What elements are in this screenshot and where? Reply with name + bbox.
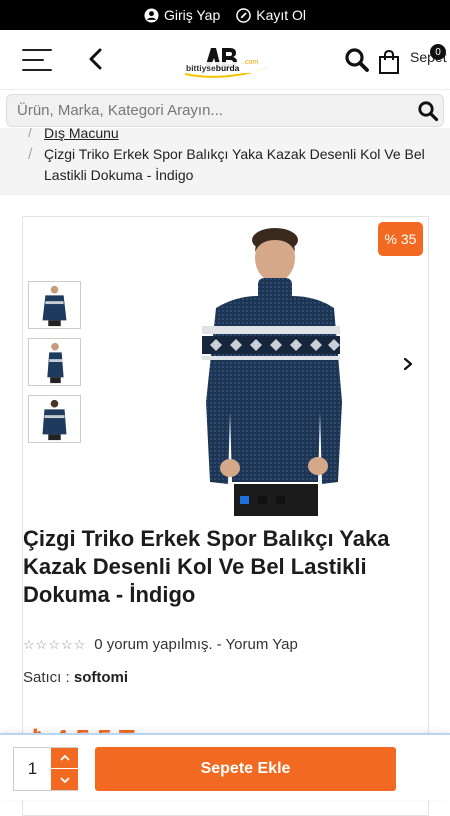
quantity-value[interactable]: 1 — [14, 748, 51, 790]
add-to-cart-button[interactable]: Sepete Ekle — [95, 747, 396, 791]
register-label: Kayıt Ol — [256, 7, 307, 23]
bag-icon[interactable] — [377, 49, 401, 75]
image-pager — [240, 496, 285, 504]
seller-label: Satıcı : — [23, 669, 70, 686]
svg-text:.com: .com — [243, 59, 258, 66]
seller-name[interactable]: softomi — [74, 669, 128, 686]
discount-badge: % 35 — [378, 222, 423, 256]
breadcrumb-item[interactable]: Dış Macunu — [44, 128, 119, 141]
seller-info: Satıcı : softomi — [23, 669, 128, 686]
breadcrumb-separator: / — [28, 128, 33, 141]
login-label: Giriş Yap — [163, 7, 221, 23]
quantity-increase-button[interactable] — [51, 748, 78, 769]
product-thumbnail[interactable] — [28, 395, 81, 443]
search-bar — [6, 94, 444, 127]
pager-dot[interactable] — [258, 496, 267, 504]
pager-dot[interactable] — [276, 496, 285, 504]
back-icon[interactable] — [86, 47, 106, 71]
write-review-link[interactable]: - Yorum Yap — [217, 636, 298, 653]
search-input[interactable] — [17, 95, 412, 126]
breadcrumb-current: Çizgi Triko Erkek Spor Balıkçı Yaka Kaza… — [44, 146, 425, 183]
cart-count-badge: 0 — [430, 44, 446, 60]
site-logo[interactable]: bittiyseburda .com — [183, 42, 269, 78]
next-arrow-icon[interactable] — [401, 356, 415, 372]
chevron-down-icon — [59, 776, 70, 783]
register-link[interactable]: Kayıt Ol — [236, 7, 306, 23]
svg-text:bittiyseburda: bittiyseburda — [186, 63, 240, 73]
review-count: 0 yorum yapılmış. — [94, 636, 213, 653]
quantity-stepper[interactable]: 1 — [13, 747, 78, 791]
add-to-cart-bar: 1 Sepete Ekle — [0, 733, 450, 800]
breadcrumb: / Dış Macunu / Çizgi Triko Erkek Spor Ba… — [0, 128, 450, 195]
quantity-decrease-button[interactable] — [51, 769, 78, 790]
top-auth-bar: Giriş Yap Kayıt Ol — [0, 0, 450, 30]
product-thumbnail[interactable] — [28, 338, 81, 386]
product-title: Çizgi Triko Erkek Spor Balıkçı Yaka Kaza… — [23, 526, 390, 607]
register-icon — [236, 7, 252, 23]
rating-row: ☆☆☆☆☆ 0 yorum yapılmış. - Yorum Yap — [23, 636, 298, 653]
site-header: bittiyseburda .com Sepet 0 — [0, 30, 450, 90]
breadcrumb-separator: / — [28, 146, 33, 163]
login-link[interactable]: Giriş Yap — [144, 7, 220, 23]
search-icon[interactable] — [344, 47, 370, 73]
search-icon[interactable] — [417, 100, 439, 122]
hamburger-icon[interactable] — [22, 49, 52, 71]
chevron-up-icon — [59, 754, 70, 761]
product-thumbnail[interactable] — [28, 281, 81, 329]
user-icon — [144, 7, 159, 23]
product-main-image[interactable] — [186, 222, 346, 516]
pager-dot[interactable] — [240, 496, 249, 504]
star-icon: ☆☆☆☆☆ — [23, 636, 87, 652]
